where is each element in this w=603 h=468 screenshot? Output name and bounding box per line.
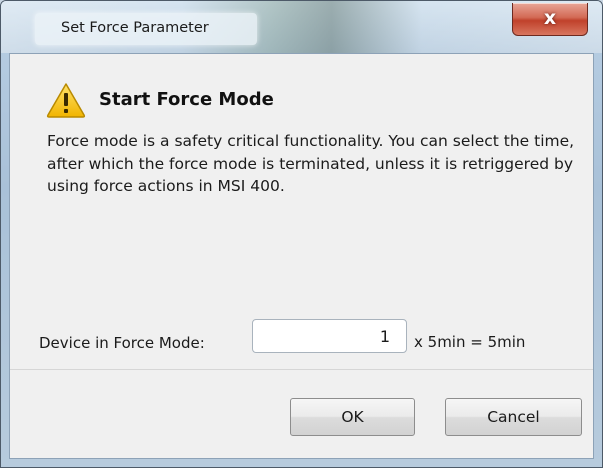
force-mode-label: Device in Force Mode: [39,334,205,352]
dialog-message: Force mode is a safety critical function… [47,132,575,195]
title-bar[interactable]: Set Force Parameter x [1,1,602,53]
dialog-heading: Start Force Mode [99,89,274,110]
close-icon: x [543,7,557,29]
cancel-button[interactable]: Cancel [445,398,582,436]
warning-icon [46,83,86,118]
force-mode-duration-text: x 5min = 5min [414,333,526,351]
ok-button[interactable]: OK [290,398,415,436]
window-title: Set Force Parameter [61,20,209,36]
force-mode-count-input[interactable] [252,319,407,353]
dialog-window: Set Force Parameter x Start Force Mode F… [0,0,603,468]
close-button[interactable]: x [512,3,588,36]
button-area-separator [10,369,593,370]
dialog-body: Start Force Mode Force mode is a safety … [9,53,594,459]
